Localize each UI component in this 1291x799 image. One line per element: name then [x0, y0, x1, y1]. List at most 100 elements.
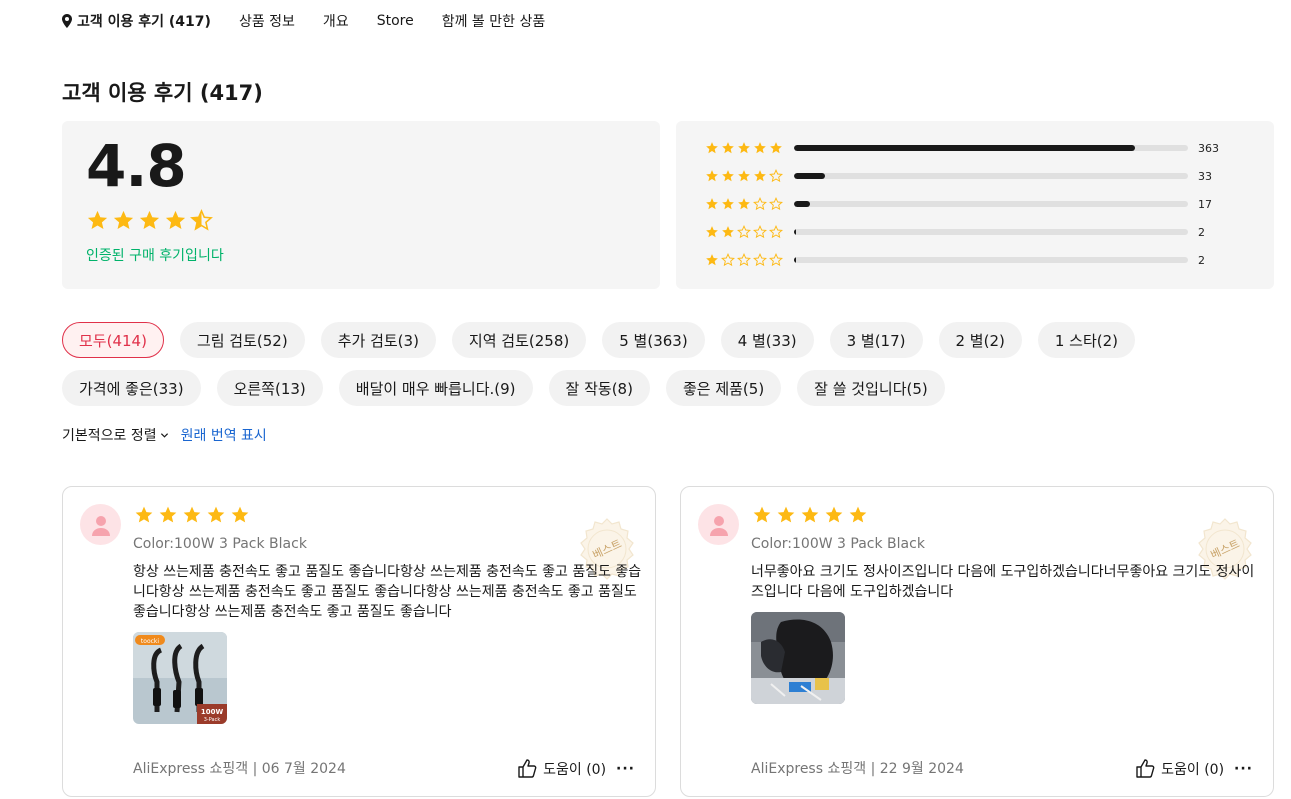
rating-summary: 4.8 인증된 구매 후기입니다	[62, 121, 660, 289]
star-filled-icon	[738, 142, 750, 154]
thumbs-up-icon	[1136, 759, 1155, 778]
star-filled-icon	[738, 198, 750, 210]
star-outline-icon	[737, 253, 751, 267]
star-filled-icon	[754, 142, 766, 154]
star-outline-icon	[737, 225, 751, 239]
rating-count: 17	[1198, 197, 1212, 211]
star-outline-icon	[769, 225, 783, 239]
review-text: 항상 쓰는제품 충전속도 좋고 품질도 좋습니다항상 쓰는제품 충전속도 좋고 …	[133, 564, 642, 620]
star-filled-icon	[706, 170, 718, 182]
helpful-button[interactable]: 도움이 (0) ···	[517, 759, 635, 779]
rating-row-4-star: 33	[705, 169, 1238, 183]
rating-bar-fill	[794, 201, 811, 207]
review-stars	[752, 505, 868, 525]
rating-bar-fill	[794, 257, 796, 263]
filter-chip[interactable]: 4 별(33)	[720, 322, 814, 358]
filter-chip[interactable]: 가격에 좋은(33)	[62, 370, 201, 406]
filter-chip[interactable]: 좋은 제품(5)	[665, 370, 782, 406]
star-filled-icon	[753, 506, 771, 523]
filter-chip[interactable]: 잘 작동(8)	[548, 370, 650, 406]
review-image[interactable]	[751, 612, 845, 704]
filter-chips-row-1: 모두(414) 그림 검토(52) 추가 검토(3) 지역 검토(258) 5 별(36…	[62, 322, 1136, 358]
star-filled-icon	[87, 210, 108, 230]
image-caption-2: 3-Pack	[204, 717, 221, 723]
filter-chip[interactable]: 모두(414)	[62, 322, 164, 358]
rating-row-stars	[705, 141, 785, 155]
filter-chip[interactable]: 잘 쓸 것입니다(5)	[797, 370, 945, 406]
helpful-label: 도움이 (0)	[1161, 762, 1225, 778]
more-options-icon[interactable]: ···	[1234, 761, 1253, 777]
filter-chip[interactable]: 추가 검토(3)	[320, 322, 436, 358]
rating-bar-fill	[794, 173, 826, 179]
star-filled-icon	[207, 506, 225, 523]
rating-distribution: 363 33 17 2 2	[676, 121, 1274, 289]
verified-purchase-text: 인증된 구매 후기입니다	[86, 248, 224, 264]
star-filled-icon	[801, 506, 819, 523]
review-footer: AliExpress 쇼핑객 | 06 7월 2024	[133, 761, 346, 777]
page-title: 고객 이용 후기 (417)	[62, 81, 263, 105]
star-outline-icon	[769, 197, 783, 211]
star-filled-icon	[113, 210, 134, 230]
star-filled-icon	[849, 506, 867, 523]
nav-reviews[interactable]: 고객 이용 후기 (417)	[62, 11, 211, 31]
review-stars	[134, 505, 250, 525]
star-filled-icon	[231, 506, 249, 523]
nav-overview[interactable]: 개요	[323, 11, 349, 31]
rating-bar	[794, 201, 1188, 207]
filter-chip[interactable]: 지역 검토(258)	[451, 322, 587, 358]
star-half-icon	[190, 209, 213, 231]
review-section-nav: 고객 이용 후기 (417) 상품 정보 개요 Store 함께 볼 만한 상품	[62, 0, 573, 42]
star-outline-icon	[721, 253, 735, 267]
user-avatar-icon	[91, 515, 110, 536]
star-filled-icon	[738, 170, 750, 182]
filter-chip[interactable]: 오른쪽(13)	[216, 370, 323, 406]
rating-row-stars	[705, 225, 785, 239]
star-filled-icon	[183, 506, 201, 523]
rating-count: 2	[1198, 225, 1205, 239]
chevron-down-icon	[160, 432, 168, 438]
review-footer: AliExpress 쇼핑객 | 22 9월 2024	[751, 761, 964, 777]
product-photo	[751, 612, 845, 704]
sort-dropdown[interactable]: 기본적으로 정렬	[62, 425, 169, 445]
filter-chip[interactable]: 1 스타(2)	[1037, 322, 1136, 358]
filter-chip[interactable]: 5 별(363)	[602, 322, 705, 358]
filter-chip[interactable]: 3 별(17)	[829, 322, 923, 358]
average-rating: 4.8	[86, 132, 187, 200]
nav-product-info[interactable]: 상품 정보	[239, 11, 295, 31]
review-image[interactable]: toocki 100W 3-Pack	[133, 632, 227, 724]
cable-product-photo: toocki 100W 3-Pack	[133, 632, 227, 724]
nav-store[interactable]: Store	[377, 13, 414, 29]
review-sku: Color:100W 3 Pack Black	[133, 536, 307, 552]
star-filled-icon	[706, 142, 718, 154]
star-filled-icon	[722, 226, 734, 238]
star-filled-icon	[706, 254, 718, 266]
thumbs-up-icon	[518, 759, 537, 778]
star-filled-icon	[139, 210, 160, 230]
more-options-icon[interactable]: ···	[616, 761, 635, 777]
rating-row-2-star: 2	[705, 225, 1238, 239]
avatar	[80, 504, 121, 545]
filter-chip[interactable]: 2 별(2)	[938, 322, 1022, 358]
nav-related-products[interactable]: 함께 볼 만한 상품	[442, 11, 546, 31]
rating-row-stars	[705, 253, 785, 267]
rating-row-1-star: 2	[705, 253, 1238, 267]
rating-bar-fill	[794, 145, 1136, 151]
star-filled-icon	[754, 170, 766, 182]
star-filled-icon	[825, 506, 843, 523]
filter-chip[interactable]: 그림 검토(52)	[179, 322, 305, 358]
show-original-link[interactable]: 원래 번역 표시	[181, 425, 267, 445]
user-avatar-icon	[709, 515, 728, 536]
filter-chips-row-2: 가격에 좋은(33) 오른쪽(13) 배달이 매우 빠릅니다.(9) 잘 작동(8) 좋…	[62, 370, 945, 406]
rating-bar	[794, 173, 1188, 179]
rating-bar	[794, 145, 1188, 151]
helpful-button[interactable]: 도움이 (0) ···	[1135, 759, 1253, 779]
rating-row-stars	[705, 197, 785, 211]
filter-chip[interactable]: 배달이 매우 빠릅니다.(9)	[338, 370, 533, 406]
star-outline-icon	[753, 225, 767, 239]
rating-row-stars	[705, 169, 785, 183]
avatar	[698, 504, 739, 545]
star-filled-icon	[165, 210, 186, 230]
nav-reviews-label: 고객 이용 후기 (417)	[77, 14, 211, 30]
rating-count: 2	[1198, 253, 1205, 267]
average-stars	[86, 209, 213, 232]
